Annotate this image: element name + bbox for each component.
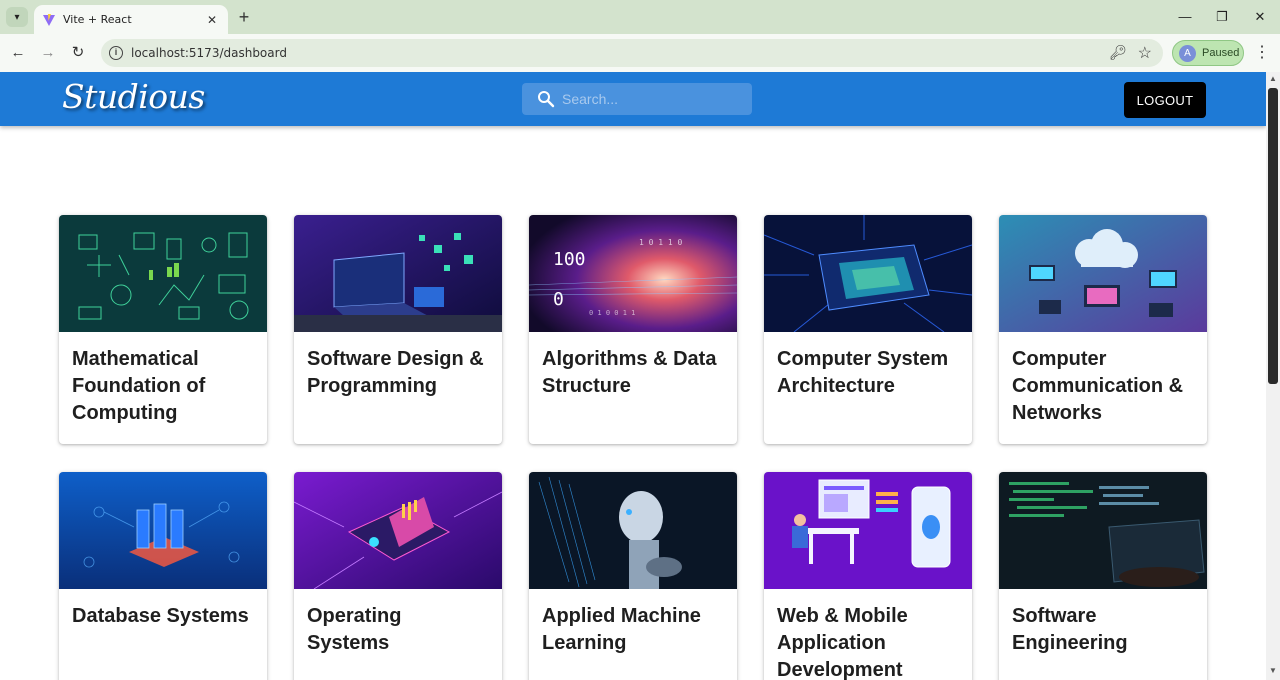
avatar: A <box>1179 44 1196 62</box>
svg-text:1 0 1 1 0: 1 0 1 1 0 <box>639 238 683 247</box>
scroll-down-icon[interactable]: ▼ <box>1269 666 1277 675</box>
course-title: Database Systems <box>72 605 249 627</box>
course-card-architecture[interactable]: Computer System Architecture <box>764 215 972 444</box>
tab-title: Vite + React <box>63 13 132 26</box>
back-arrow-icon[interactable]: ← <box>8 43 28 63</box>
course-title: Mathematical Foundation of Computing <box>72 348 206 424</box>
browser-tab-strip: ▾ Vite + React ✕ + — ❐ ✕ <box>0 0 1280 34</box>
course-title: Computer System Architecture <box>777 348 949 397</box>
page-viewport: Studious LOGOUT Mathematical Foundation … <box>0 72 1266 680</box>
url-text[interactable]: localhost:5173/dashboard <box>131 46 287 60</box>
isometric-laptop-illustration <box>294 472 502 589</box>
app-header: Studious LOGOUT <box>0 72 1266 126</box>
close-icon[interactable]: ✕ <box>204 12 220 28</box>
robot-thinking-illustration <box>529 472 737 589</box>
menu-dots-icon[interactable]: ⋮ <box>1254 43 1270 63</box>
code-screen-illustration <box>999 472 1207 589</box>
browser-toolbar: ← → ↻ i localhost:5173/dashboard 🔑︎ ☆ A … <box>0 34 1280 72</box>
laptop-code-illustration <box>294 215 502 332</box>
tab-search-icon[interactable]: ▾ <box>6 7 28 27</box>
browser-tab-active[interactable]: Vite + React ✕ <box>34 5 228 34</box>
course-title: Applied Machine Learning <box>542 605 701 654</box>
profile-button[interactable]: A Paused <box>1172 40 1244 66</box>
course-card-web-mobile[interactable]: Web & Mobile Application Development <box>764 472 972 680</box>
search-box[interactable] <box>522 83 752 115</box>
course-card-database[interactable]: Database Systems <box>59 472 267 680</box>
svg-text:100: 100 <box>553 249 586 270</box>
restore-icon[interactable]: ❐ <box>1207 6 1237 28</box>
course-title: Software Design & Programming <box>307 348 484 397</box>
vite-favicon-icon <box>43 13 55 26</box>
cloud-network-illustration <box>999 215 1207 332</box>
reload-icon[interactable]: ↻ <box>68 43 88 63</box>
course-title: Operating Systems <box>307 605 402 654</box>
info-icon[interactable]: i <box>109 46 123 60</box>
course-card-algorithms[interactable]: 100 0 1 0 1 1 0 0 1 0 0 1 1 Algorithms & Da… <box>529 215 737 444</box>
cpu-chip-illustration <box>764 215 972 332</box>
address-bar[interactable]: i localhost:5173/dashboard 🔑︎ ☆ <box>101 39 1163 67</box>
course-title: Web & Mobile Application Development <box>777 605 908 680</box>
course-title: Computer Communication & Networks <box>1012 348 1184 424</box>
profile-state: Paused <box>1202 47 1240 59</box>
web-mobile-dev-illustration <box>764 472 972 589</box>
course-card-software-design[interactable]: Software Design & Programming <box>294 215 502 444</box>
course-title: Software Engineering <box>1012 605 1128 654</box>
page-scrollbar[interactable]: ▲ ▼ <box>1266 72 1280 680</box>
course-card-networks[interactable]: Computer Communication & Networks <box>999 215 1207 444</box>
svg-text:0 1 0 0 1 1: 0 1 0 0 1 1 <box>589 309 635 317</box>
svg-text:0: 0 <box>553 289 564 310</box>
brand-logo[interactable]: Studious <box>62 77 205 116</box>
key-icon[interactable]: 🔑︎ <box>1109 44 1127 61</box>
plus-icon[interactable]: + <box>234 7 254 27</box>
forward-arrow-icon[interactable]: → <box>38 43 58 63</box>
course-card-ml[interactable]: Applied Machine Learning <box>529 472 737 680</box>
course-card-os[interactable]: Operating Systems <box>294 472 502 680</box>
search-input[interactable] <box>562 83 742 115</box>
binary-data-stream-illustration: 100 0 1 0 1 1 0 0 1 0 0 1 1 <box>529 215 737 332</box>
scroll-up-icon[interactable]: ▲ <box>1269 74 1277 83</box>
search-icon <box>538 91 555 108</box>
course-card-math[interactable]: Mathematical Foundation of Computing <box>59 215 267 444</box>
database-server-illustration <box>59 472 267 589</box>
logout-button[interactable]: LOGOUT <box>1124 82 1206 118</box>
star-icon[interactable]: ☆ <box>1138 43 1152 63</box>
close-window-icon[interactable]: ✕ <box>1245 6 1275 28</box>
course-card-software-eng[interactable]: Software Engineering <box>999 472 1207 680</box>
math-icons-illustration <box>59 215 267 332</box>
minimize-icon[interactable]: — <box>1170 6 1200 28</box>
course-title: Algorithms & Data Structure <box>542 348 717 397</box>
scrollbar-thumb[interactable] <box>1268 88 1278 384</box>
